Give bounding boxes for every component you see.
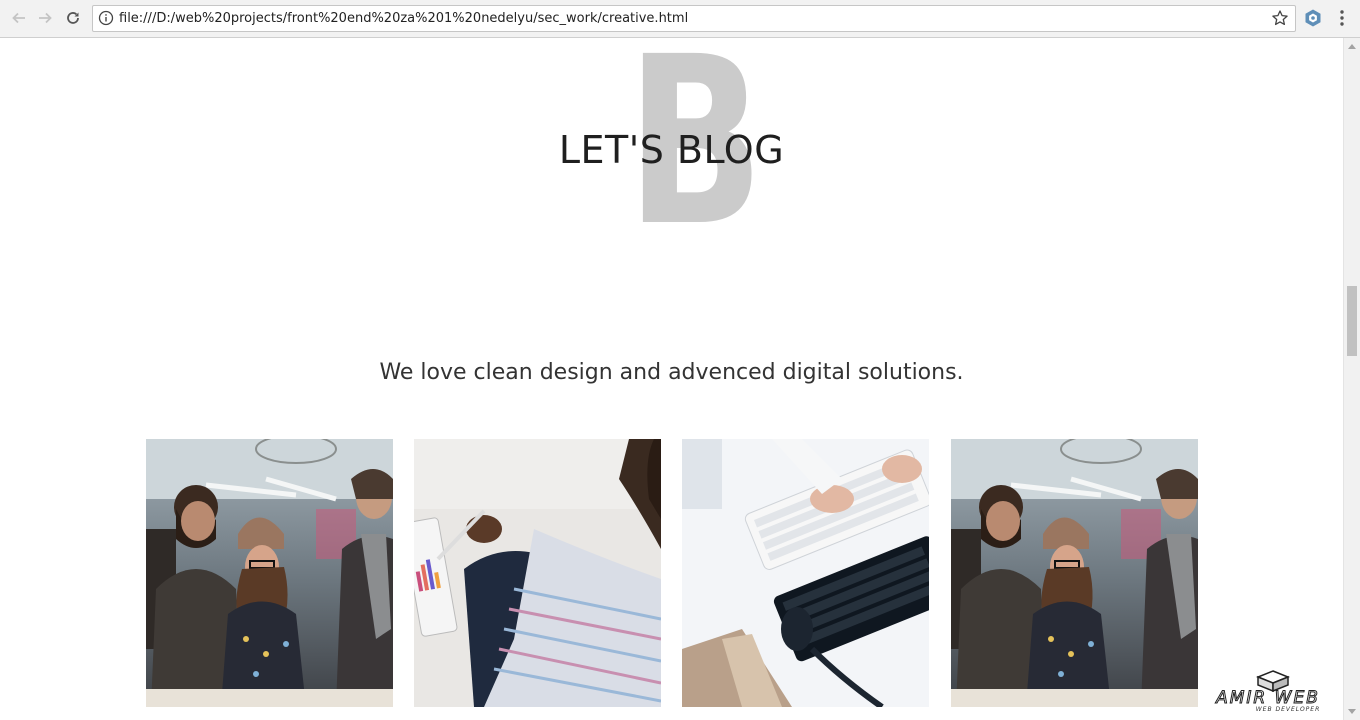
tablet-chart-photo xyxy=(414,439,661,707)
blog-image-keyboard[interactable] xyxy=(682,439,929,707)
blog-image-team-1[interactable] xyxy=(146,439,393,707)
watermark-brand: AMIR WEB xyxy=(1216,688,1320,709)
watermark: AMIR WEB WEB DEVELOPER xyxy=(1198,668,1338,718)
extension-icon[interactable] xyxy=(1303,8,1323,28)
info-icon[interactable] xyxy=(98,10,114,26)
blog-image-tablet[interactable] xyxy=(414,439,661,707)
vertical-scrollbar[interactable] xyxy=(1343,38,1360,720)
blog-image-team-2[interactable] xyxy=(951,439,1198,707)
watermark-tagline: WEB DEVELOPER xyxy=(1255,706,1321,713)
kebab-menu-icon[interactable] xyxy=(1334,8,1350,28)
reload-icon xyxy=(67,12,79,24)
arrow-left-icon xyxy=(12,12,25,24)
star-icon[interactable] xyxy=(1271,9,1289,27)
url-text[interactable]: file:///D:/web%20projects/front%20end%20… xyxy=(119,11,688,26)
keyboard-desk-photo xyxy=(682,439,929,707)
scrollbar-thumb[interactable] xyxy=(1347,286,1357,356)
forward-button[interactable] xyxy=(34,7,56,29)
scroll-up-arrow-icon[interactable] xyxy=(1348,44,1356,49)
team-photo xyxy=(146,439,393,707)
team-photo xyxy=(951,439,1198,707)
browser-toolbar: file:///D:/web%20projects/front%20end%20… xyxy=(0,0,1360,38)
arrow-right-icon xyxy=(39,12,52,24)
section-title: LET'S BLOG xyxy=(558,128,785,172)
address-bar[interactable]: file:///D:/web%20projects/front%20end%20… xyxy=(92,5,1296,32)
reload-button[interactable] xyxy=(62,7,84,29)
section-subtitle: We love clean design and advenced digita… xyxy=(379,360,964,385)
scroll-down-arrow-icon[interactable] xyxy=(1348,709,1356,714)
back-button[interactable] xyxy=(8,7,30,29)
page-viewport: B LET'S BLOG We love clean design and ad… xyxy=(0,38,1343,720)
